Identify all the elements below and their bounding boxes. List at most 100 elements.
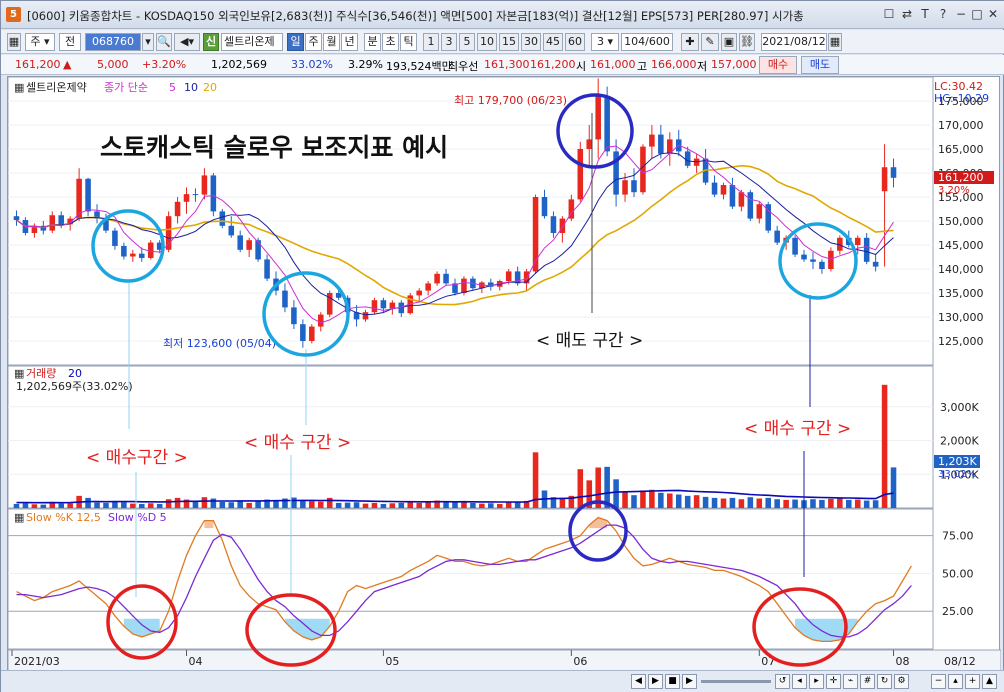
candle-body [828,250,834,269]
volume-bar [425,502,431,508]
speaker-icon[interactable]: ◀▾ [174,33,200,51]
candle-body [121,245,127,257]
candle-body [201,175,208,195]
tab-month[interactable]: 월 [323,33,340,51]
volume-bar [738,499,745,508]
scroll-left-icon[interactable]: ◀ [631,674,646,689]
interval-10[interactable]: 10 [477,33,497,51]
link-icon[interactable]: ⇄ [899,6,915,22]
volume-bar [309,501,315,508]
volume-bar [344,502,351,508]
candle-body [416,290,422,296]
link-chain-icon[interactable]: ⛓ [739,33,755,51]
zoom-in-icon[interactable]: + [965,674,980,689]
zoom-out-icon[interactable]: − [931,674,946,689]
title-bar: 5 [0600] 키움종합차트 - KOSDAQ150 외국인보유[2,683(… [1,1,1004,29]
interval-60[interactable]: 60 [565,33,585,51]
volume-bar [863,500,870,508]
sell-zone-label: < 매도 구간 > [536,331,643,351]
tab-tick[interactable]: 틱 [400,33,417,51]
grid-menu-icon[interactable]: ▦ [7,33,21,51]
volume-bar [291,497,297,508]
date-input[interactable]: 2021/08/12 [761,33,827,51]
volume-tick-label: 2,000K [940,435,979,448]
indicator-add-icon[interactable]: ✚ [681,33,699,51]
refresh-icon[interactable]: ↻ [877,674,892,689]
volume-bar [67,503,73,508]
low-price: 157,000 [711,58,757,71]
volume-bar [488,503,494,508]
interval-1[interactable]: 1 [423,33,439,51]
candle-body [756,204,763,219]
interval-5[interactable]: 5 [459,33,475,51]
drawing-tool-icon[interactable]: ✎ [701,33,719,51]
crosshair-icon[interactable]: ✛ [826,674,841,689]
volume-bar [890,467,897,508]
sell-button[interactable]: 매도 [801,56,839,74]
zoom-out-small-icon[interactable]: ◂ [792,674,807,689]
scroll-right-icon[interactable]: ▶ [682,674,697,689]
stock-code-input[interactable]: 068760 [85,33,141,51]
app-icon: 5 [6,7,21,22]
tab-day[interactable]: 일 [287,33,304,51]
volume-bar [470,502,476,508]
volume-bar [819,499,825,508]
bottom-bar: ◀ ▶ ■ ▶ ↺ ◂ ▸ ✛ ⌁ # ↻ ⚙ − ▴ + ▲ [1,670,1004,692]
zoom-slider-icon[interactable]: ▴ [948,674,963,689]
search-icon[interactable]: 🔍 [156,33,172,51]
volume-bar [58,503,64,508]
volume-bar [675,494,682,508]
candle-body [192,194,199,196]
interval-select[interactable]: 3 ▾ [591,33,619,51]
code-dropdown-icon[interactable]: ▾ [142,33,154,51]
help-icon[interactable]: ? [935,6,951,22]
volume-bar [837,497,843,508]
type-select[interactable]: 주 ▾ [25,33,55,51]
config-icon[interactable]: ⚙ [894,674,909,689]
candle-body [183,194,190,202]
stop-icon[interactable]: ■ [665,674,680,689]
zoom-reset-icon[interactable]: ↺ [775,674,790,689]
tab-minute[interactable]: 분 [364,33,381,51]
buy-button[interactable]: 매수 [759,56,797,74]
interval-30[interactable]: 30 [521,33,541,51]
candle-body [622,180,628,195]
chart-area[interactable]: 125,000 130,000 135,000 140,000 145,000 150,0… [7,76,1001,671]
pin-icon[interactable]: ☐ [881,6,897,22]
candle-body [425,283,431,291]
volume-bar [667,493,673,508]
tab-year[interactable]: 년 [341,33,358,51]
scroll-slider[interactable] [701,680,771,683]
candle-body [631,180,637,193]
interval-45[interactable]: 45 [543,33,563,51]
candle-body [541,197,548,217]
zoom-in-small-icon[interactable]: ▸ [809,674,824,689]
volume-bar [702,496,709,508]
volume-tick-label: 3,000K [940,401,979,414]
code-kind-select[interactable]: 전 [59,33,81,51]
magnet-icon[interactable]: ⌁ [843,674,858,689]
candle-body [658,134,664,154]
tile-icon[interactable]: T [917,6,933,22]
maximize-icon[interactable]: □ [969,6,985,22]
calendar-icon[interactable]: ▦ [828,33,842,51]
credit-badge-icon: 신 [203,33,219,51]
tab-week[interactable]: 주 [305,33,322,51]
price-tick-label: 135,000 [938,287,984,300]
interval-3[interactable]: 3 [441,33,457,51]
volume-bar [85,497,91,508]
minimize-icon[interactable]: − [953,6,969,22]
count-input[interactable]: 104/600 [621,33,673,51]
volume-bar [219,501,226,508]
close-icon[interactable]: ✕ [985,6,1001,22]
play-icon[interactable]: ▶ [648,674,663,689]
save-icon[interactable]: ▣ [721,33,737,51]
interval-15[interactable]: 15 [499,33,519,51]
grid-toggle-icon[interactable]: # [860,674,875,689]
volume-bar [747,497,754,508]
candle-body [434,273,440,284]
date-last-label: 08/12 [944,655,976,668]
fit-icon[interactable]: ▲ [982,674,997,689]
tab-second[interactable]: 초 [382,33,399,51]
price-axis: 125,000 130,000 135,000 140,000 145,000 150,0… [938,95,984,348]
